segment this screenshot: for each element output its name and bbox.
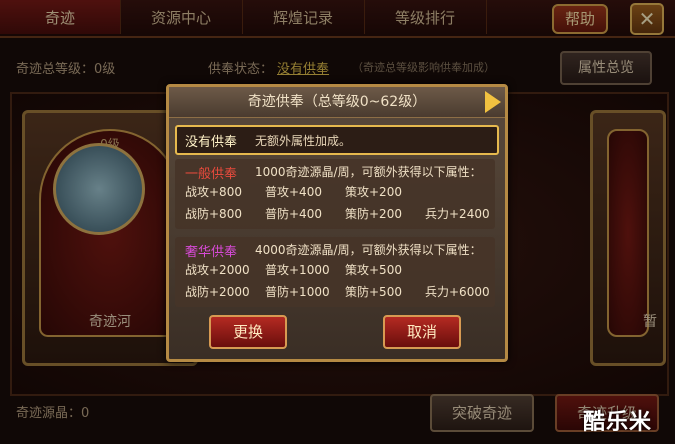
stat-value: 策攻+200 (345, 185, 402, 199)
option-name: 奢华供奉 (185, 245, 238, 260)
confirm-change-button[interactable]: 更换 (209, 315, 287, 349)
stat-value: 兵力+2400 (425, 207, 490, 221)
stat-value: 普攻+400 (265, 185, 322, 199)
stat-value: 策防+200 (345, 207, 402, 221)
stat-value: 普攻+1000 (265, 263, 330, 277)
option-name: 一般供奉 (185, 167, 238, 182)
option-desc: 无额外属性加成。 (255, 134, 352, 148)
stat-value: 策攻+500 (345, 263, 402, 277)
watermark-logo: 酷乐米 (583, 410, 653, 435)
dialog-title: 奇迹供奉（总等级0~62级） (169, 87, 505, 118)
stat-value: 战防+2000 (185, 285, 250, 299)
stat-value: 普防+1000 (265, 285, 330, 299)
stat-value: 战攻+800 (185, 185, 242, 199)
option-luxury-offering[interactable]: 奢华供奉 4000奇迹源晶/周，可额外获得以下属性： 战攻+2000 普攻+10… (175, 237, 495, 307)
stat-value: 普防+400 (265, 207, 322, 221)
option-normal-offering[interactable]: 一般供奉 1000奇迹源晶/周，可额外获得以下属性： 战攻+800 普攻+400… (175, 159, 495, 229)
stat-value: 兵力+6000 (425, 285, 490, 299)
cancel-button[interactable]: 取消 (383, 315, 461, 349)
option-label: 没有供奉 (185, 135, 238, 150)
offering-dialog: 奇迹供奉（总等级0~62级） 没有供奉 无额外属性加成。 一般供奉 1000奇迹… (166, 84, 508, 362)
option-no-offering[interactable]: 没有供奉 无额外属性加成。 (175, 125, 499, 155)
stat-value: 战防+800 (185, 207, 242, 221)
option-rate: 4000奇迹源晶/周，可额外获得以下属性： (255, 243, 482, 257)
arrow-right-icon[interactable] (485, 91, 501, 113)
stat-value: 策防+500 (345, 285, 402, 299)
stat-value: 战攻+2000 (185, 263, 250, 277)
option-rate: 1000奇迹源晶/周，可额外获得以下属性： (255, 165, 482, 179)
